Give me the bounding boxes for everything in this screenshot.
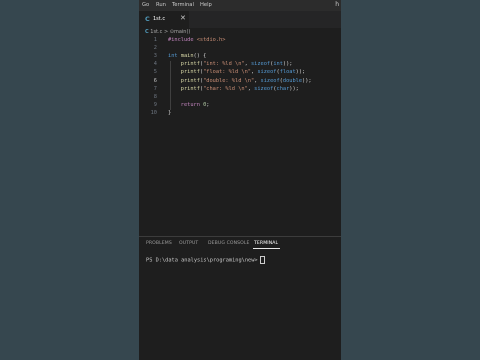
tab-output[interactable]: OUTPUT	[179, 241, 198, 246]
code-token: ;	[206, 101, 210, 108]
tab-1st-c[interactable]: C 1st.c ✕	[139, 11, 189, 28]
code-token: "double: %ld \n"	[203, 77, 255, 84]
code-token: double	[282, 77, 303, 84]
tab-bar: C 1st.c ✕	[139, 11, 341, 28]
line-number: 8	[153, 93, 157, 100]
tab-debug-console[interactable]: DEBUG CONSOLE	[208, 241, 250, 246]
breadcrumb-symbol[interactable]: main()	[174, 29, 190, 35]
line-number: 7	[153, 85, 157, 92]
code-token: char	[276, 85, 290, 92]
code-token: "char: %ld \n"	[203, 85, 248, 92]
code-token: float	[279, 69, 296, 76]
code-token: sizeof	[254, 85, 274, 92]
code-text: #include <stdio.h>	[168, 37, 225, 43]
code-line[interactable]: 1 #include <stdio.h>	[139, 37, 341, 45]
menu-bar: Go Run Terminal Help h	[139, 0, 341, 11]
code-token: ));	[302, 77, 312, 84]
code-line[interactable]: 10}	[139, 110, 341, 118]
code-token: printf	[180, 85, 200, 92]
line-number: 1	[153, 37, 157, 43]
code-token: #include	[168, 37, 197, 43]
c-file-icon: C	[145, 15, 150, 23]
line-number: 9	[153, 101, 157, 108]
code-token: sizeof	[250, 61, 271, 68]
line-number: 3	[153, 53, 157, 60]
line-number: 5	[153, 69, 157, 76]
code-token: ));	[282, 61, 293, 68]
left-background	[0, 0, 139, 360]
code-text: printf("double: %ld \n", sizeof(double))…	[168, 78, 312, 84]
line-number: 2	[153, 45, 157, 52]
right-background	[341, 0, 480, 360]
terminal-prompt: PS D:\data analysis\programing\new>	[146, 257, 258, 264]
code-token: int	[273, 61, 283, 68]
tab-label: 1st.c	[153, 16, 166, 22]
code-line[interactable]: 3 int main() {	[139, 53, 341, 61]
code-token: main	[180, 53, 194, 60]
code-text: int main() {	[168, 53, 206, 59]
c-file-icon: C	[145, 29, 149, 35]
indent-guide	[170, 61, 171, 110]
close-icon[interactable]: ✕	[180, 14, 186, 22]
code-text: }	[168, 110, 171, 116]
code-token: ));	[295, 69, 306, 76]
code-token: printf	[180, 69, 200, 76]
panel-tabs: PROBLEMS OUTPUT DEBUG CONSOLE TERMINAL	[139, 237, 341, 249]
active-tab-indicator	[253, 248, 280, 249]
code-line[interactable]: 2	[139, 45, 341, 53]
line-number: 4	[153, 61, 157, 68]
menu-run[interactable]: Run	[156, 2, 166, 8]
tab-terminal[interactable]: TERMINAL	[254, 241, 278, 246]
terminal-cursor	[259, 256, 265, 264]
line-number: 10	[150, 109, 157, 116]
breadcrumb-file[interactable]: 1st.c	[150, 29, 162, 35]
terminal-output[interactable]: PS D:\data analysis\programing\new>	[146, 256, 265, 264]
code-token: printf	[180, 61, 200, 68]
code-token: "float: %ld \n"	[203, 69, 251, 76]
breadcrumb-separator: >	[163, 29, 169, 35]
code-token: "int: %ld \n"	[203, 61, 245, 68]
code-text: printf("char: %ld \n", sizeof(char));	[168, 86, 299, 92]
line-number: 6	[153, 77, 157, 84]
code-token: printf	[180, 77, 200, 84]
code-token: return	[180, 101, 204, 108]
code-token: sizeof	[260, 77, 280, 84]
menu-terminal[interactable]: Terminal	[172, 2, 194, 8]
code-text: return 0;	[168, 102, 210, 108]
tab-problems[interactable]: PROBLEMS	[146, 241, 172, 246]
menu-help[interactable]: Help	[200, 2, 212, 8]
code-text: printf("int: %ld \n", sizeof(int));	[168, 61, 293, 68]
code-token: }	[168, 109, 172, 116]
vscode-window: Go Run Terminal Help h C 1st.c ✕ C 1st.c…	[139, 0, 341, 360]
code-token: <stdio.h>	[196, 37, 226, 43]
code-token: ));	[289, 85, 299, 92]
code-token: int	[168, 53, 181, 60]
code-text: printf("float: %ld \n", sizeof(float));	[168, 69, 305, 75]
menu-go[interactable]: Go	[142, 2, 149, 8]
code-token: sizeof	[257, 69, 277, 76]
window-control[interactable]: h	[335, 1, 339, 8]
code-token: () {	[193, 53, 207, 60]
